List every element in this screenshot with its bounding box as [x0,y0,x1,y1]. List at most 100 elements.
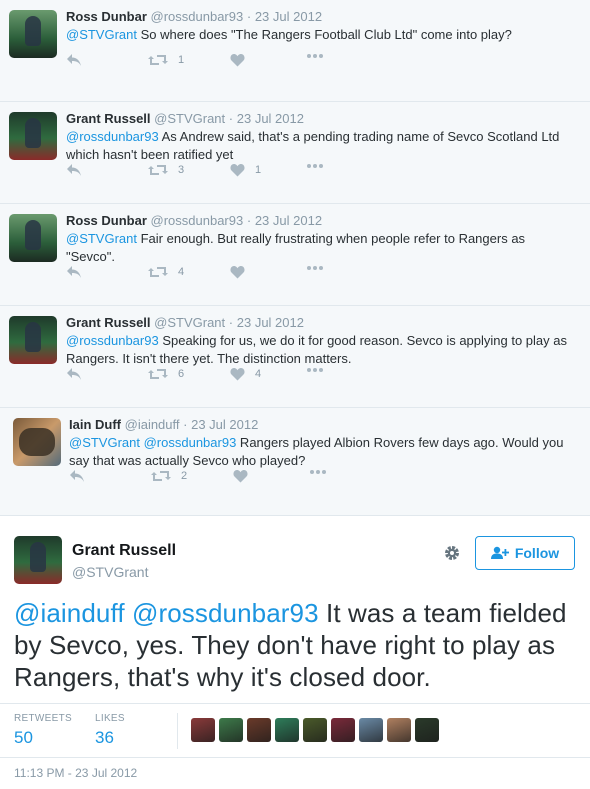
reply-button[interactable] [66,367,82,381]
thread-tweet[interactable]: Ross Dunbar @rossdunbar93 · 23 Jul 2012 … [0,204,590,306]
thread-tweet[interactable]: Ross Dunbar @rossdunbar93 · 23 Jul 2012 … [0,0,590,102]
tweet-author-name[interactable]: Ross Dunbar [66,9,147,24]
add-user-icon [490,546,509,559]
tweet-author-name[interactable]: Ross Dunbar [66,213,147,228]
avatar[interactable] [9,10,57,58]
tweet-author-name[interactable]: Iain Duff [69,417,121,432]
reply-thread: Ross Dunbar @rossdunbar93 · 23 Jul 2012 … [0,0,590,516]
avatar[interactable] [13,418,61,466]
tweet-text: @rossdunbar93 Speaking for us, we do it … [66,332,576,368]
tweet-date[interactable]: 23 Jul 2012 [255,9,322,24]
more-button[interactable] [306,53,324,59]
tweet-author-handle[interactable]: @STVGrant [154,111,225,126]
tweet-date[interactable]: 23 Jul 2012 [255,213,322,228]
like-button[interactable]: 1 [230,163,261,177]
retweet-button[interactable]: 6 [148,367,184,381]
mention-link[interactable]: @iainduff @rossdunbar93 [14,598,319,628]
retweet-icon [148,55,168,65]
tweet-author-handle[interactable]: @rossdunbar93 [151,213,244,228]
main-author-handle[interactable]: @STVGrant [72,564,148,580]
retweets-count: 50 [14,728,33,747]
heart-icon [230,54,245,67]
tweet-text: @STVGrant Fair enough. But really frustr… [66,230,576,266]
heart-icon [233,470,248,483]
tweet-author-handle[interactable]: @iainduff [125,417,180,432]
reply-button[interactable] [66,265,82,279]
retweet-button[interactable]: 2 [151,469,187,483]
liker-avatar[interactable] [359,718,383,742]
tweet-author-name[interactable]: Grant Russell [66,315,151,330]
like-count: 4 [255,368,262,380]
reply-button[interactable] [69,469,85,483]
more-button[interactable] [309,469,327,475]
main-author-name[interactable]: Grant Russell [72,542,176,560]
more-icon [307,368,323,372]
settings-button[interactable] [443,544,461,567]
liker-avatar[interactable] [191,718,215,742]
liker-avatar[interactable] [247,718,271,742]
like-count: 1 [255,164,262,176]
retweet-count: 1 [178,54,185,66]
heart-icon [230,266,245,279]
retweet-icon [148,165,168,175]
more-button[interactable] [306,367,324,373]
more-icon [307,54,323,58]
liker-avatar[interactable] [415,718,439,742]
thread-tweet[interactable]: Grant Russell @STVGrant · 23 Jul 2012 @r… [0,306,590,408]
liker-avatar[interactable] [331,718,355,742]
retweet-count: 6 [178,368,185,380]
more-button[interactable] [306,163,324,169]
retweet-button[interactable]: 3 [148,163,184,177]
retweet-count: 3 [178,164,185,176]
tweet-author-handle[interactable]: @STVGrant [154,315,225,330]
heart-icon [230,164,245,177]
stats-divider [177,713,178,749]
liker-avatar[interactable] [303,718,327,742]
mention-link[interactable]: @STVGrant [66,231,137,246]
mention-link[interactable]: @rossdunbar93 [66,129,159,144]
dot-separator: · [228,315,234,330]
more-icon [307,164,323,168]
liker-avatar[interactable] [275,718,299,742]
like-button[interactable] [230,265,255,279]
like-button[interactable] [230,53,255,67]
reply-button[interactable] [66,163,82,177]
reply-button[interactable] [66,53,82,67]
tweet-date[interactable]: 23 Jul 2012 [191,417,258,432]
likes-stat[interactable]: LIKES 36 [95,713,125,748]
retweet-button[interactable]: 1 [148,53,184,67]
more-button[interactable] [306,265,324,271]
dot-separator: · [228,111,234,126]
tweet-date[interactable]: 23 Jul 2012 [237,315,304,330]
reply-icon [67,54,81,66]
tweet-date[interactable]: 23 Jul 2012 [237,111,304,126]
tweet-timestamp[interactable]: 11:13 PM - 23 Jul 2012 [14,766,137,780]
tweet-stats: RETWEETS 50 LIKES 36 [0,703,590,758]
liker-avatar[interactable] [219,718,243,742]
like-button[interactable] [233,469,258,483]
reply-icon [67,266,81,278]
retweets-stat[interactable]: RETWEETS 50 [14,713,72,748]
main-tweet-text: @iainduff @rossdunbar93 It was a team fi… [14,597,580,693]
avatar[interactable] [9,214,57,262]
like-button[interactable]: 4 [230,367,261,381]
retweet-button[interactable]: 4 [148,265,184,279]
dot-separator: · [183,417,188,432]
thread-tweet[interactable]: Grant Russell @STVGrant · 23 Jul 2012 @r… [0,102,590,204]
more-icon [310,470,326,474]
tweet-author-handle[interactable]: @rossdunbar93 [151,9,244,24]
follow-button[interactable]: Follow [475,536,575,570]
mention-link[interactable]: @STVGrant @rossdunbar93 [69,435,236,450]
retweet-count: 2 [181,470,188,482]
liker-avatar[interactable] [387,718,411,742]
avatar[interactable] [14,536,62,584]
avatar[interactable] [9,316,57,364]
gear-icon [445,546,459,560]
mention-link[interactable]: @STVGrant [66,27,137,42]
mention-link[interactable]: @rossdunbar93 [66,333,159,348]
thread-tweet[interactable]: Iain Duff @iainduff · 23 Jul 2012 @STVGr… [0,408,590,516]
dot-separator: · [246,9,252,24]
tweet-text: @STVGrant @rossdunbar93 Rangers played A… [69,434,576,470]
tweet-author-name[interactable]: Grant Russell [66,111,151,126]
avatar[interactable] [9,112,57,160]
